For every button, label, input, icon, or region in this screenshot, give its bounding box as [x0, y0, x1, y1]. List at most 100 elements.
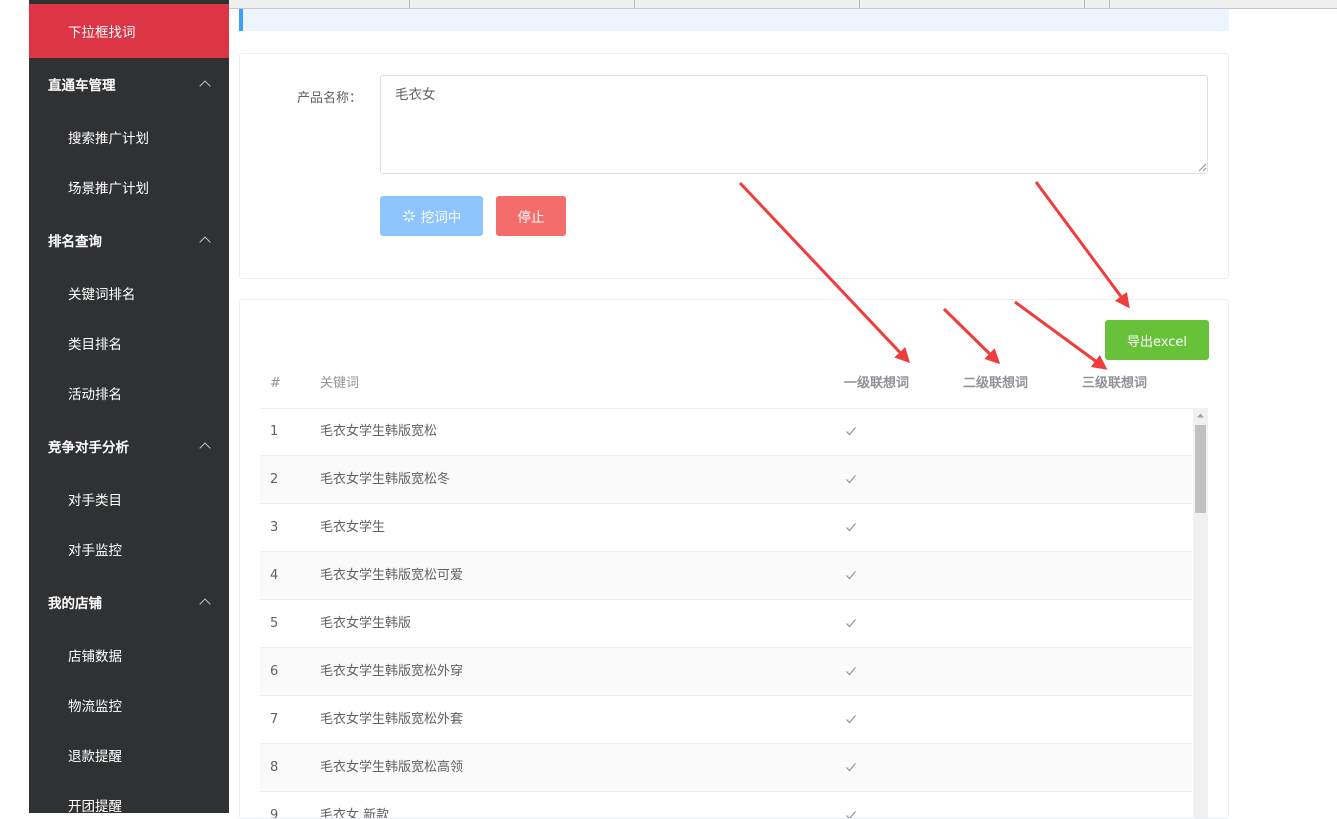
row-index: 1	[270, 424, 279, 439]
sidebar-item-group-buy-reminder[interactable]: 开团提醒	[29, 780, 229, 813]
chevron-up-icon	[199, 80, 211, 92]
row-index: 2	[270, 472, 279, 487]
check-icon	[846, 571, 856, 580]
row-keyword: 毛衣女学生韩版宽松可爱	[320, 568, 464, 583]
sidebar-item-dropdown-keyword-finder[interactable]: 下拉框找词	[29, 4, 229, 58]
check-icon	[846, 427, 856, 436]
browser-tab-strip	[183, 0, 1337, 9]
sidebar-group-label: 我的店铺	[48, 596, 102, 612]
row-index: 5	[270, 616, 279, 631]
sidebar-item-label: 关键词排名	[68, 287, 136, 303]
table-row[interactable]: 4 毛衣女学生韩版宽松可爱	[260, 552, 1192, 600]
sidebar-item-label: 开团提醒	[68, 799, 122, 813]
check-icon	[846, 619, 856, 628]
sidebar-item-category-ranking[interactable]: 类目排名	[29, 318, 229, 368]
product-name-label: 产品名称：	[297, 91, 363, 106]
sidebar-menu: 下拉框找词 直通车管理 搜索推广计划 场景推广计划 排名查询 关键词排名 类目排…	[29, 0, 229, 813]
row-index: 6	[270, 664, 279, 679]
table-row[interactable]: 2 毛衣女学生韩版宽松冬	[260, 456, 1192, 504]
stop-button[interactable]: 停止	[496, 196, 566, 236]
sidebar-item-refund-reminder[interactable]: 退款提醒	[29, 730, 229, 780]
sidebar-group-express-management[interactable]: 直通车管理	[29, 59, 229, 109]
sidebar-group-label: 竞争对手分析	[48, 440, 129, 456]
column-header-level1[interactable]: 一级联想词	[844, 368, 909, 408]
sidebar-item-label: 类目排名	[68, 337, 122, 353]
row-keyword: 毛衣女学生韩版	[320, 616, 412, 631]
export-excel-button[interactable]: 导出excel	[1105, 320, 1209, 360]
loading-spinner-icon	[402, 209, 415, 223]
row-keyword: 毛衣女学生韩版宽松	[320, 424, 438, 439]
sidebar-group-competitor-analysis[interactable]: 竞争对手分析	[29, 421, 229, 471]
sidebar-item-label: 搜索推广计划	[68, 131, 149, 147]
sidebar-item-competitor-monitor[interactable]: 对手监控	[29, 524, 229, 574]
scroll-up-arrow-icon[interactable]	[1193, 408, 1208, 423]
table-header: # 关键词 一级联想词 二级联想词 三级联想词	[260, 368, 1208, 409]
chevron-up-icon	[199, 598, 211, 610]
check-icon	[846, 763, 856, 772]
row-index: 9	[270, 808, 279, 819]
tab-separator	[634, 0, 635, 8]
column-header-index: #	[270, 376, 281, 391]
product-name-textarea[interactable]: 毛衣女	[380, 75, 1208, 174]
check-icon	[846, 475, 856, 484]
sidebar-item-label: 场景推广计划	[68, 181, 149, 197]
table-row[interactable]: 7 毛衣女学生韩版宽松外套	[260, 696, 1192, 744]
row-keyword: 毛衣女学生韩版宽松外穿	[320, 664, 464, 679]
sidebar-item-label: 退款提醒	[68, 749, 122, 765]
export-button-label: 导出excel	[1127, 334, 1187, 350]
table-row[interactable]: 5 毛衣女学生韩版	[260, 600, 1192, 648]
row-keyword: 毛衣女学生韩版宽松外套	[320, 712, 464, 727]
sidebar-group-label: 直通车管理	[48, 78, 116, 94]
table-row[interactable]: 9 毛衣女 新款	[260, 792, 1192, 819]
table-body: 1 毛衣女学生韩版宽松 2 毛衣女学生韩版宽松冬 3 毛衣女学生 4 毛衣女学生韩版宽松可爱 5…	[260, 408, 1192, 819]
column-header-level3[interactable]: 三级联想词	[1082, 368, 1147, 408]
table-row[interactable]: 8 毛衣女学生韩版宽松高领	[260, 744, 1192, 792]
tab-separator	[1084, 0, 1085, 8]
sidebar-group-ranking-query[interactable]: 排名查询	[29, 215, 229, 265]
sidebar-group-my-store[interactable]: 我的店铺	[29, 577, 229, 627]
check-icon	[846, 523, 856, 532]
mining-button-label: 挖词中	[420, 210, 462, 226]
row-keyword: 毛衣女学生韩版宽松冬	[320, 472, 451, 487]
sidebar-item-label: 活动排名	[68, 387, 122, 403]
check-icon	[846, 715, 856, 724]
tab-separator	[1109, 0, 1110, 8]
sidebar-item-search-promo-plan[interactable]: 搜索推广计划	[29, 112, 229, 162]
row-keyword: 毛衣女学生	[320, 520, 386, 535]
resize-grip-icon[interactable]	[1197, 162, 1207, 172]
check-icon	[846, 667, 856, 676]
tab-separator	[859, 0, 860, 8]
results-table-card: 导出excel # 关键词 一级联想词 二级联想词 三级联想词 1 毛衣女学生韩版…	[239, 299, 1229, 819]
sidebar-item-store-data[interactable]: 店铺数据	[29, 630, 229, 680]
scrollbar-thumb[interactable]	[1195, 425, 1206, 513]
row-index: 3	[270, 520, 279, 535]
table-scrollbar[interactable]	[1193, 408, 1208, 818]
stop-button-label: 停止	[517, 210, 545, 226]
mining-button[interactable]: 挖词中	[380, 196, 483, 236]
sidebar-item-competitor-category[interactable]: 对手类目	[29, 474, 229, 524]
sidebar-item-activity-ranking[interactable]: 活动排名	[29, 368, 229, 418]
sidebar-group-label: 排名查询	[48, 234, 102, 250]
row-keyword: 毛衣女学生韩版宽松高领	[320, 760, 464, 775]
chevron-up-icon	[199, 236, 211, 248]
chevron-up-icon	[199, 442, 211, 454]
column-header-keyword: 关键词	[320, 376, 360, 391]
sidebar-item-label: 对手监控	[68, 543, 122, 559]
info-alert	[239, 9, 1229, 31]
row-index: 7	[270, 712, 279, 727]
sidebar-item-label: 下拉框找词	[68, 25, 136, 41]
row-keyword: 毛衣女 新款	[320, 808, 390, 819]
row-index: 4	[270, 568, 279, 583]
sidebar-item-logistics-monitor[interactable]: 物流监控	[29, 680, 229, 730]
check-icon	[846, 811, 856, 818]
sidebar-item-label: 店铺数据	[68, 649, 122, 665]
table-row[interactable]: 6 毛衣女学生韩版宽松外穿	[260, 648, 1192, 696]
tab-separator	[409, 0, 410, 8]
table-row[interactable]: 1 毛衣女学生韩版宽松	[260, 408, 1192, 456]
column-header-level2[interactable]: 二级联想词	[963, 368, 1028, 408]
sidebar-item-label: 物流监控	[68, 699, 122, 715]
row-index: 8	[270, 760, 279, 775]
sidebar-item-keyword-ranking[interactable]: 关键词排名	[29, 268, 229, 318]
table-row[interactable]: 3 毛衣女学生	[260, 504, 1192, 552]
sidebar-item-scene-promo-plan[interactable]: 场景推广计划	[29, 162, 229, 212]
